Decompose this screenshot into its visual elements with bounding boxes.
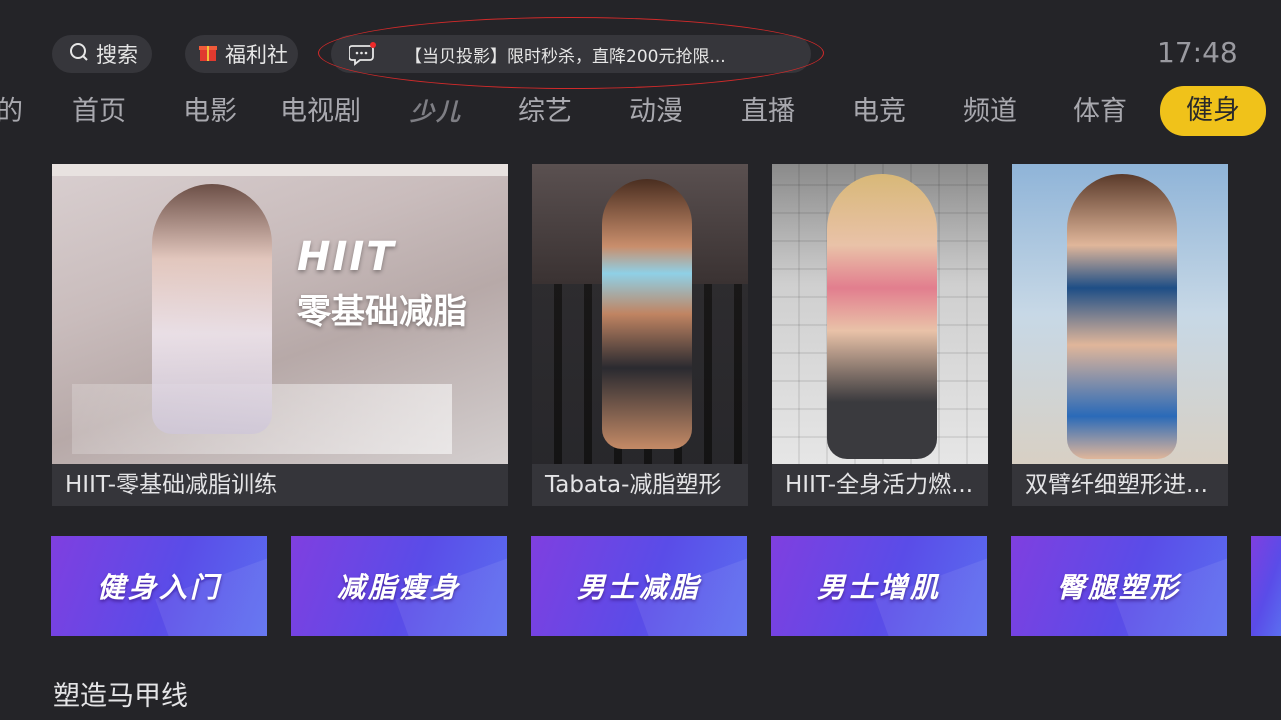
category-banner[interactable]: 男士减脂 (531, 536, 747, 636)
nav-item-variety[interactable]: 综艺 (518, 88, 572, 136)
clock: 17:48 (1157, 36, 1238, 69)
search-button[interactable]: 搜索 (52, 35, 152, 73)
category-banner[interactable]: 减脂瘦身 (291, 536, 507, 636)
nav-item-partial[interactable]: 的 (0, 88, 23, 136)
video-thumbnail: HIIT 零基础减脂 (52, 164, 508, 464)
search-icon (68, 41, 90, 68)
nav-item-movies[interactable]: 电影 (183, 88, 237, 136)
welfare-button[interactable]: 福利社 (185, 35, 298, 73)
card-overlay-title: HIIT 零基础减脂 (297, 234, 467, 332)
nav-item-live[interactable]: 直播 (741, 88, 795, 136)
nav-item-sports[interactable]: 体育 (1073, 88, 1127, 136)
video-card[interactable]: HIIT 零基础减脂 HIIT-零基础减脂训练 (52, 164, 508, 506)
banner-label: 男士增肌 (816, 571, 941, 604)
person-figure (1067, 174, 1177, 459)
video-card[interactable]: 双臂纤细塑形进... (1012, 164, 1228, 506)
nav-item-anime[interactable]: 动漫 (629, 88, 683, 136)
video-card[interactable]: Tabata-减脂塑形 (532, 164, 748, 506)
welfare-label: 福利社 (225, 43, 288, 67)
nav-item-esports[interactable]: 电竞 (852, 88, 906, 136)
nav-item-tv-series[interactable]: 电视剧 (280, 88, 361, 136)
banner-label: 减脂瘦身 (336, 571, 461, 604)
search-label: 搜索 (96, 43, 138, 67)
gift-icon (197, 41, 219, 68)
nav-item-channels[interactable]: 频道 (963, 88, 1017, 136)
notice-bar[interactable]: 【当贝投影】限时秒杀，直降200元抢限... (331, 35, 811, 73)
banner-label: 健身入门 (96, 571, 221, 604)
category-banner[interactable]: 健身入门 (51, 536, 267, 636)
nav-item-home[interactable]: 首页 (72, 88, 126, 136)
section-title: 塑造马甲线 (53, 681, 188, 712)
video-caption: HIIT-零基础减脂训练 (65, 472, 278, 498)
category-banner[interactable]: 臀腿塑形 (1011, 536, 1227, 636)
category-banner-partial[interactable] (1251, 536, 1281, 636)
person-figure (602, 179, 692, 449)
nav-item-fitness[interactable]: 健身 (1160, 86, 1266, 136)
category-banner[interactable]: 男士增肌 (771, 536, 987, 636)
video-thumbnail (772, 164, 988, 464)
banner-label: 男士减脂 (576, 571, 701, 604)
video-card[interactable]: HIIT-全身活力燃... (772, 164, 988, 506)
person-figure (827, 174, 937, 459)
video-caption: Tabata-减脂塑形 (545, 472, 722, 498)
category-nav: 的 首页 电影 电视剧 少儿 综艺 动漫 直播 电竞 频道 体育 健身 (0, 86, 1281, 136)
notice-text: 【当贝投影】限时秒杀，直降200元抢限... (405, 46, 726, 67)
video-thumbnail (1012, 164, 1228, 464)
video-caption: 双臂纤细塑形进... (1025, 472, 1208, 498)
video-thumbnail (532, 164, 748, 464)
banner-label: 臀腿塑形 (1056, 571, 1181, 604)
nav-item-kids[interactable]: 少儿 (410, 88, 462, 136)
person-figure (152, 184, 272, 434)
video-caption: HIIT-全身活力燃... (785, 472, 974, 498)
message-icon (348, 42, 377, 66)
